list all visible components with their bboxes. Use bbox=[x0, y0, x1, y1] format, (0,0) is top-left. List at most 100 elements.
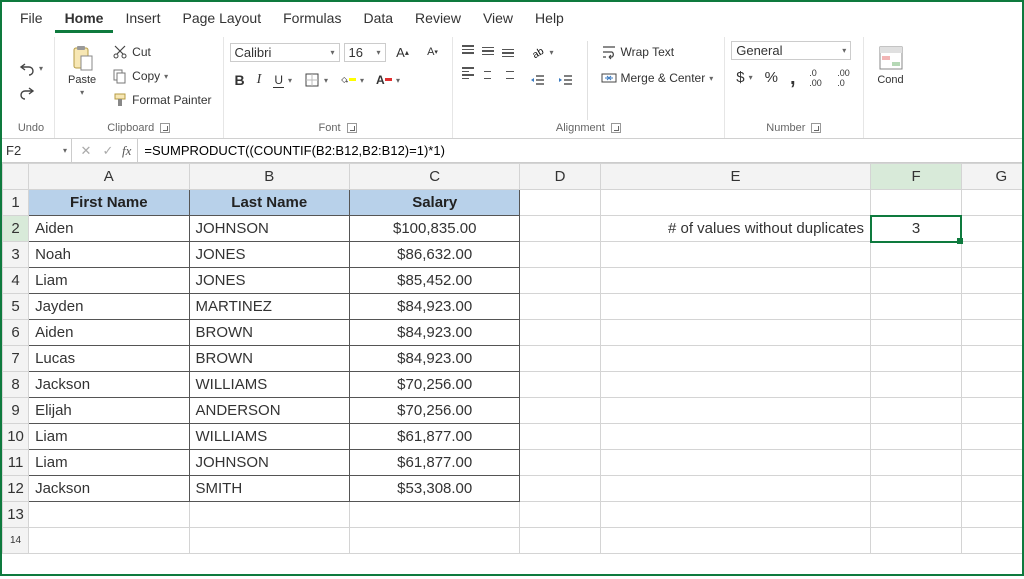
fx-icon[interactable]: fx bbox=[122, 143, 131, 159]
cell-last[interactable]: JONES bbox=[189, 242, 349, 268]
cell-first[interactable]: Aiden bbox=[29, 320, 189, 346]
font-color-button[interactable]: A▾ bbox=[371, 69, 405, 91]
cell[interactable] bbox=[520, 372, 600, 398]
cell-last[interactable]: BROWN bbox=[189, 346, 349, 372]
row-header[interactable]: 11 bbox=[3, 450, 29, 476]
copy-button[interactable]: Copy ▾ bbox=[107, 65, 216, 87]
cell[interactable] bbox=[871, 268, 961, 294]
cell[interactable] bbox=[961, 268, 1022, 294]
formula-input[interactable] bbox=[138, 139, 1022, 162]
cell[interactable] bbox=[600, 268, 871, 294]
align-left-button[interactable] bbox=[459, 63, 477, 83]
percent-format-button[interactable]: % bbox=[760, 66, 783, 89]
cell[interactable] bbox=[961, 424, 1022, 450]
cell-first[interactable]: Jackson bbox=[29, 372, 189, 398]
cancel-formula-icon[interactable]: ✕ bbox=[78, 143, 94, 159]
merge-center-button[interactable]: Merge & Center ▾ bbox=[596, 67, 719, 89]
cell-last[interactable]: ANDERSON bbox=[189, 398, 349, 424]
menu-home[interactable]: Home bbox=[55, 6, 114, 33]
redo-button[interactable] bbox=[14, 82, 40, 104]
cell-first[interactable]: Aiden bbox=[29, 216, 189, 242]
cell[interactable] bbox=[29, 528, 189, 554]
cell[interactable] bbox=[520, 424, 600, 450]
cell[interactable] bbox=[520, 502, 600, 528]
cell[interactable] bbox=[600, 502, 871, 528]
italic-button[interactable]: I bbox=[252, 69, 267, 91]
font-dialog-launcher[interactable] bbox=[347, 123, 357, 133]
menu-page-layout[interactable]: Page Layout bbox=[172, 6, 271, 33]
cell-first[interactable]: Liam bbox=[29, 450, 189, 476]
increase-font-button[interactable]: A▴ bbox=[390, 41, 416, 63]
cell[interactable] bbox=[520, 268, 600, 294]
cell-salary[interactable]: $86,632.00 bbox=[349, 242, 519, 268]
accounting-format-button[interactable]: $▾ bbox=[731, 66, 757, 89]
cell-first[interactable]: Elijah bbox=[29, 398, 189, 424]
cell-last[interactable]: JONES bbox=[189, 268, 349, 294]
cell-last[interactable]: MARTINEZ bbox=[189, 294, 349, 320]
cell[interactable] bbox=[871, 320, 961, 346]
cell[interactable] bbox=[600, 424, 871, 450]
orientation-button[interactable]: ab▾ bbox=[525, 41, 579, 63]
col-header-f[interactable]: F bbox=[871, 164, 961, 190]
col-header-b[interactable]: B bbox=[189, 164, 349, 190]
cell[interactable] bbox=[600, 450, 871, 476]
cell[interactable] bbox=[520, 294, 600, 320]
cut-button[interactable]: Cut bbox=[107, 41, 216, 63]
cell-salary[interactable]: $84,923.00 bbox=[349, 294, 519, 320]
cell[interactable] bbox=[600, 372, 871, 398]
menu-review[interactable]: Review bbox=[405, 6, 471, 33]
name-box[interactable]: F2▾ bbox=[2, 139, 72, 162]
col-header-d[interactable]: D bbox=[520, 164, 600, 190]
cell[interactable] bbox=[961, 502, 1022, 528]
paste-button[interactable]: Paste ▾ bbox=[61, 41, 103, 100]
alignment-dialog-launcher[interactable] bbox=[611, 123, 621, 133]
cell[interactable] bbox=[871, 502, 961, 528]
select-all-corner[interactable] bbox=[3, 164, 29, 190]
cell[interactable] bbox=[871, 294, 961, 320]
cell[interactable] bbox=[189, 502, 349, 528]
cell[interactable] bbox=[520, 398, 600, 424]
worksheet-grid[interactable]: A B C D E F G 1 First Name Last Name Sal… bbox=[2, 163, 1022, 579]
cell[interactable] bbox=[600, 528, 871, 554]
cell[interactable] bbox=[961, 346, 1022, 372]
cell-salary[interactable]: $100,835.00 bbox=[349, 216, 519, 242]
row-header[interactable]: 1 bbox=[3, 190, 29, 216]
cell-first[interactable]: Liam bbox=[29, 424, 189, 450]
cell[interactable] bbox=[961, 450, 1022, 476]
borders-button[interactable]: ▾ bbox=[299, 69, 333, 91]
row-header[interactable]: 2 bbox=[3, 216, 29, 242]
menu-insert[interactable]: Insert bbox=[115, 6, 170, 33]
cell[interactable] bbox=[520, 190, 600, 216]
cell[interactable] bbox=[871, 346, 961, 372]
cell[interactable] bbox=[600, 190, 871, 216]
cell[interactable] bbox=[871, 528, 961, 554]
cell-first[interactable]: Liam bbox=[29, 268, 189, 294]
cell[interactable] bbox=[871, 450, 961, 476]
cell[interactable] bbox=[600, 346, 871, 372]
active-cell-f2[interactable]: 3 bbox=[871, 216, 961, 242]
col-header-g[interactable]: G bbox=[961, 164, 1022, 190]
cell[interactable] bbox=[961, 242, 1022, 268]
comma-format-button[interactable]: , bbox=[785, 71, 801, 85]
row-header[interactable]: 7 bbox=[3, 346, 29, 372]
cell[interactable] bbox=[189, 528, 349, 554]
format-painter-button[interactable]: Format Painter bbox=[107, 89, 216, 111]
cell[interactable] bbox=[961, 216, 1022, 242]
menu-view[interactable]: View bbox=[473, 6, 523, 33]
font-name-select[interactable]: Calibri▾ bbox=[230, 43, 340, 62]
cell-first[interactable]: Jackson bbox=[29, 476, 189, 502]
row-header[interactable]: 6 bbox=[3, 320, 29, 346]
cell-salary[interactable]: $61,877.00 bbox=[349, 450, 519, 476]
fill-color-button[interactable]: ▾ bbox=[335, 69, 369, 91]
cell-first[interactable]: Noah bbox=[29, 242, 189, 268]
align-center-button[interactable] bbox=[479, 63, 497, 83]
cell-salary[interactable]: $61,877.00 bbox=[349, 424, 519, 450]
cell[interactable] bbox=[871, 372, 961, 398]
row-header[interactable]: 3 bbox=[3, 242, 29, 268]
bold-button[interactable]: B bbox=[230, 69, 250, 91]
conditional-formatting-button[interactable]: Cond bbox=[870, 41, 912, 89]
cell[interactable] bbox=[520, 450, 600, 476]
underline-button[interactable]: U▾ bbox=[268, 70, 297, 91]
align-right-button[interactable] bbox=[499, 63, 517, 83]
cell[interactable] bbox=[961, 190, 1022, 216]
